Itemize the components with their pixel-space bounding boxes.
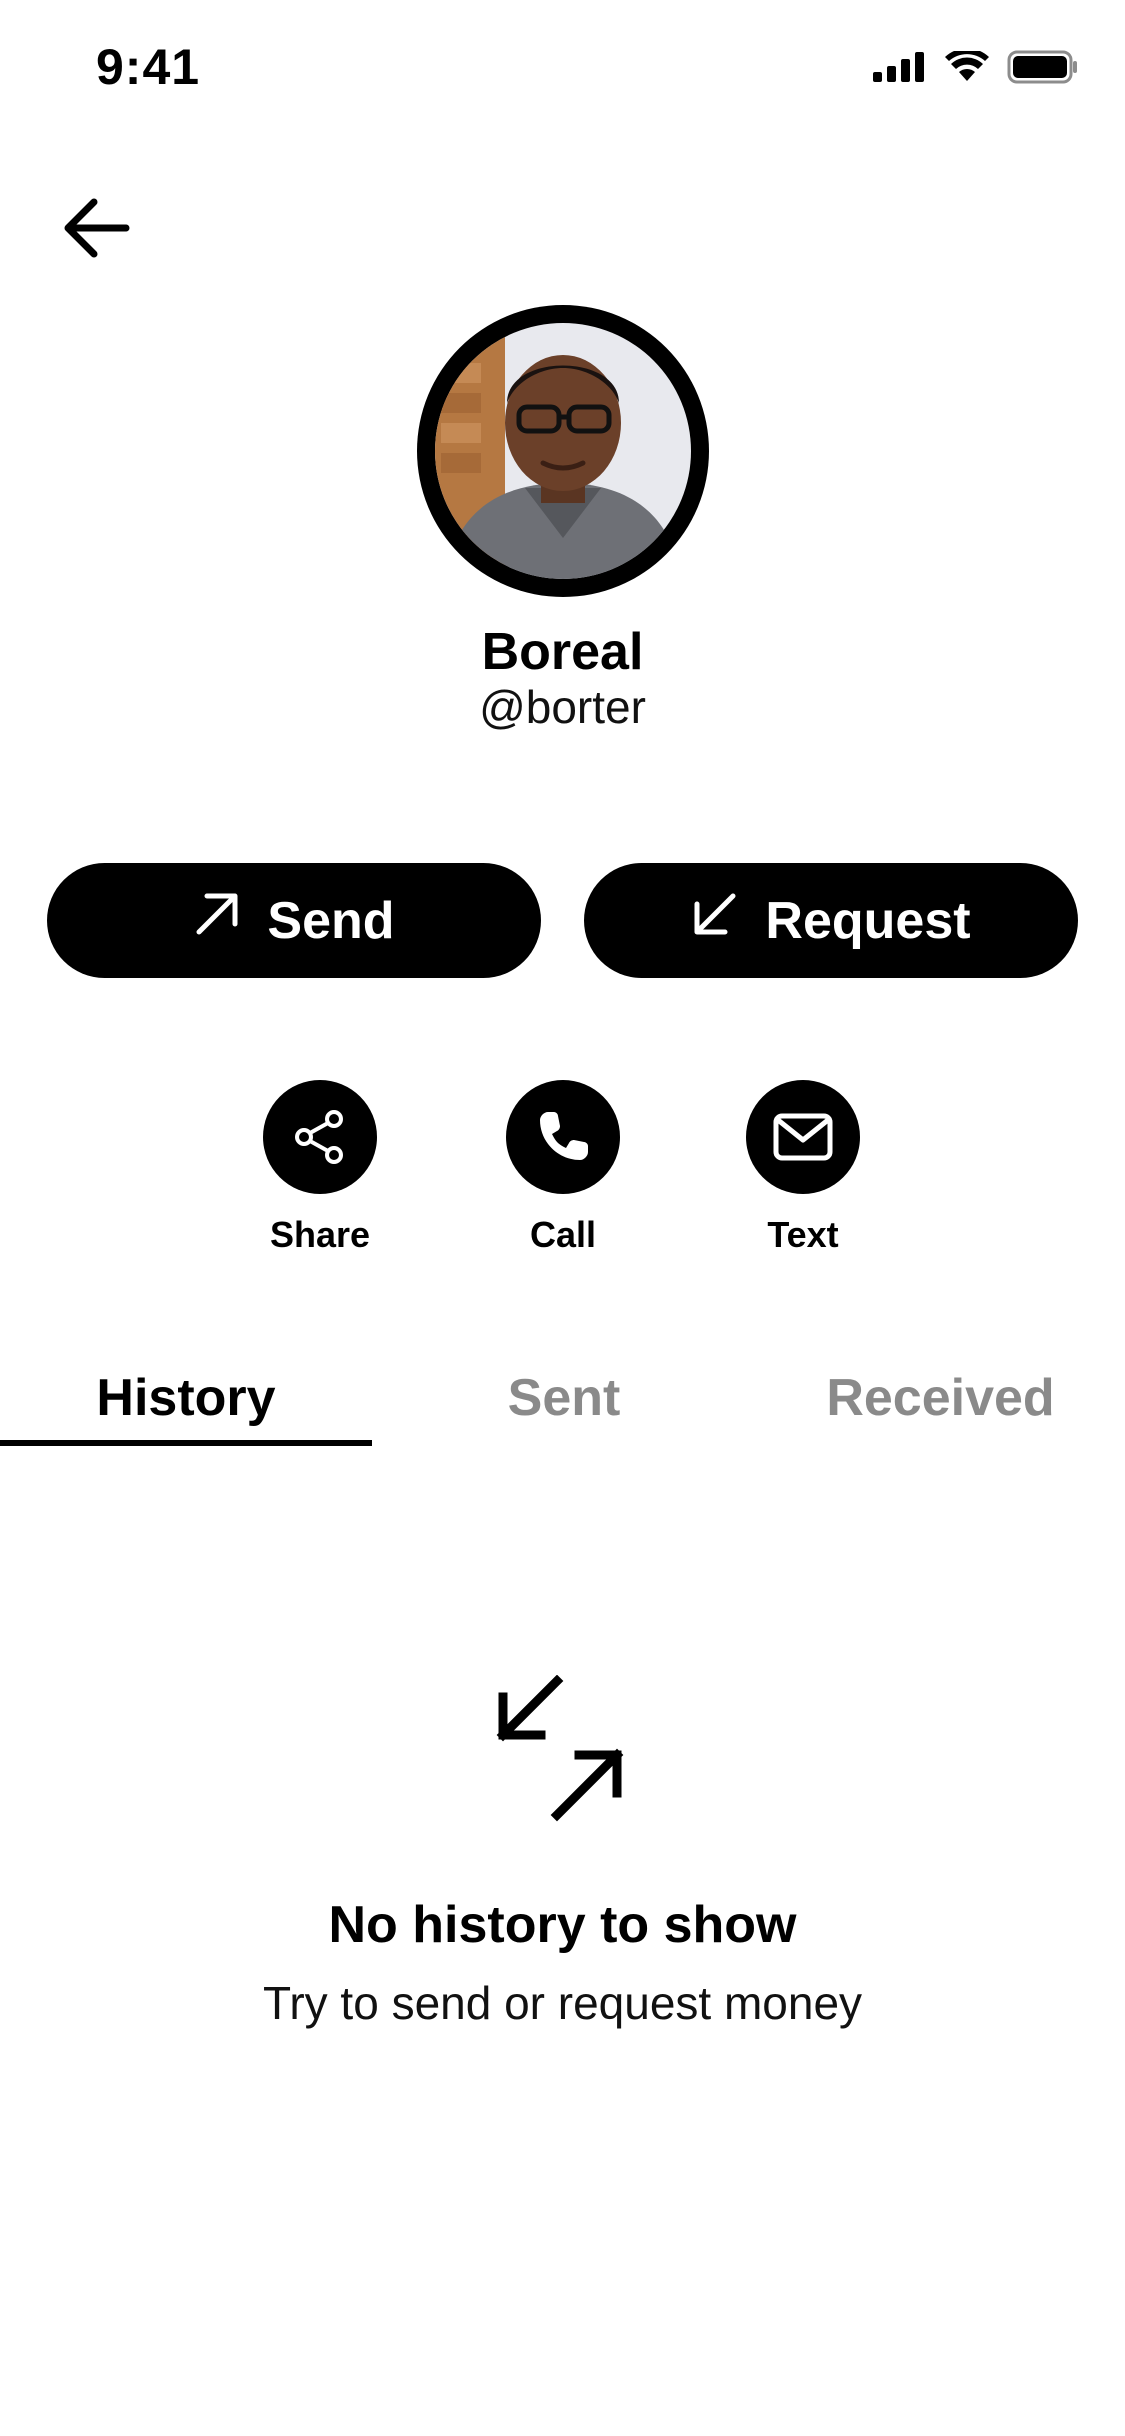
- share-action[interactable]: Share: [230, 1080, 410, 1256]
- tab-sent[interactable]: Sent: [372, 1368, 756, 1448]
- empty-state-subtitle: Try to send or request money: [262, 1977, 863, 2029]
- text-action[interactable]: Text: [713, 1080, 893, 1256]
- arrow-left-icon: [60, 196, 132, 265]
- tab-active-indicator: [0, 1440, 372, 1446]
- mail-icon: [746, 1080, 860, 1194]
- back-button[interactable]: [56, 190, 136, 270]
- avatar-photo: [435, 323, 691, 579]
- profile-handle: @borter: [479, 681, 646, 733]
- text-label: Text: [767, 1214, 839, 1255]
- empty-state-title: No history to show: [328, 1896, 797, 1954]
- signal-icon: [873, 52, 927, 87]
- profile-name: Boreal: [481, 623, 644, 681]
- status-time: 9:41: [96, 39, 201, 95]
- avatar: [417, 305, 709, 597]
- send-button[interactable]: Send: [47, 863, 541, 978]
- arrow-down-left-icon: [691, 890, 739, 951]
- tab-received[interactable]: Received: [756, 1368, 1125, 1448]
- status-icons: [873, 48, 1079, 89]
- wifi-icon: [945, 48, 989, 88]
- request-button[interactable]: Request: [584, 863, 1078, 978]
- tab-history[interactable]: History: [0, 1368, 372, 1448]
- call-action[interactable]: Call: [473, 1080, 653, 1256]
- share-label: Share: [269, 1214, 371, 1255]
- call-label: Call: [529, 1214, 597, 1255]
- arrow-up-right-icon: [193, 890, 241, 951]
- phone-icon: [506, 1080, 620, 1194]
- send-button-label: Send: [267, 891, 395, 950]
- request-button-label: Request: [765, 891, 971, 950]
- transfer-arrows-icon: [487, 1674, 639, 1827]
- battery-icon: [1007, 50, 1079, 89]
- share-icon: [263, 1080, 377, 1194]
